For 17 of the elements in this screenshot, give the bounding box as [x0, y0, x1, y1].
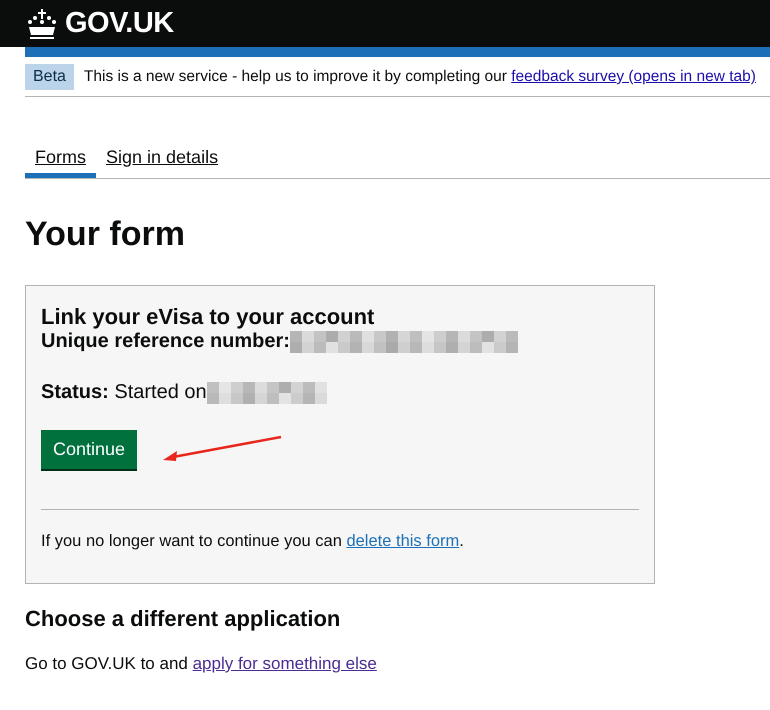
tab[interactable]: Forms	[25, 147, 96, 178]
reference-label: Unique reference number:	[41, 330, 290, 353]
section-heading: Choose a different application	[25, 606, 342, 632]
feedback-link[interactable]: feedback survey (opens in new tab)	[511, 68, 756, 85]
page-heading: Your form	[25, 215, 186, 254]
status-text: Status: Started on	[41, 381, 207, 404]
apply-link[interactable]: apply for something else	[192, 654, 377, 673]
crown-icon	[25, 8, 59, 40]
delete-text: If you no longer want to continue you can delete this form.	[41, 532, 465, 551]
delete-link[interactable]: delete this form	[346, 532, 460, 550]
tab[interactable]: Sign in details	[96, 147, 228, 178]
phase-tag: Beta	[25, 64, 74, 90]
phase-banner-text: This is a new service - help us to improve it by completing our feedback survey (opens in new tab)	[84, 68, 756, 86]
other-application-text: Go to GOV.UK to and apply for something else	[25, 654, 378, 674]
card-title: Link your eVisa to your account	[41, 304, 376, 330]
continue-button[interactable]: Continue	[41, 430, 138, 469]
logo-text[interactable]: GOV.UK	[65, 7, 174, 40]
